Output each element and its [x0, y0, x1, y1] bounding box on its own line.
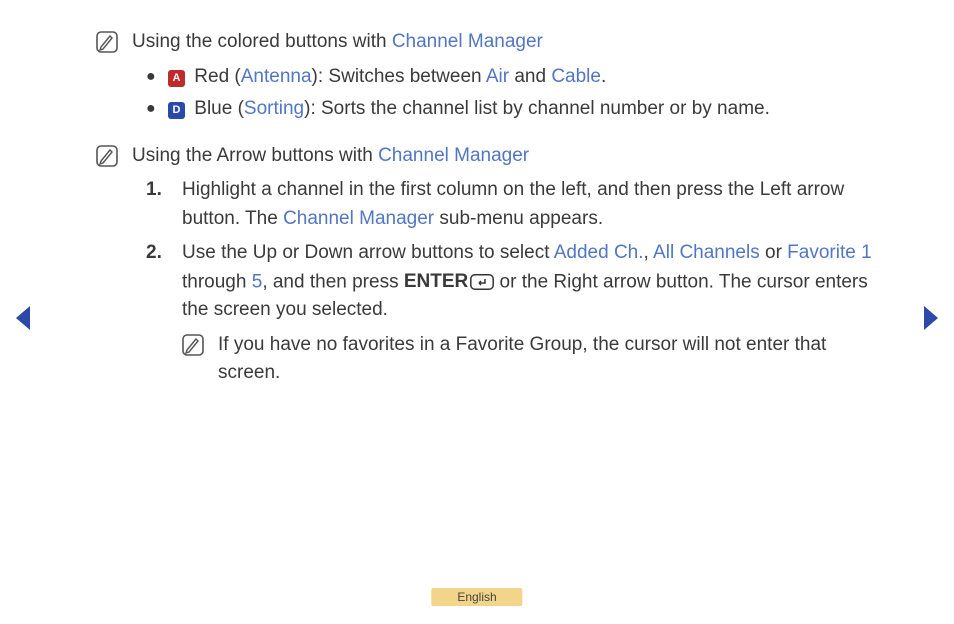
step-number: 2. — [146, 239, 182, 325]
enter-key: ENTER — [404, 268, 494, 297]
link-favorite-5: 5 — [252, 271, 263, 292]
note-icon — [96, 145, 118, 167]
link-channel-manager: Channel Manager — [378, 145, 529, 166]
step-1: 1. Highlight a channel in the first colu… — [146, 176, 874, 233]
step-text: Highlight a channel in the first column … — [182, 176, 874, 233]
note-icon — [96, 31, 118, 53]
prev-page-button[interactable] — [12, 304, 34, 337]
bullet-dot-icon: ● — [146, 63, 168, 92]
language-badge: English — [431, 588, 522, 606]
link-added-ch: Added Ch. — [554, 242, 644, 263]
bullet-content: A Red (Antenna): Switches between Air an… — [168, 63, 606, 92]
step-text: Use the Up or Down arrow buttons to sele… — [182, 239, 874, 325]
step-2: 2. Use the Up or Down arrow buttons to s… — [146, 239, 874, 325]
sub-note-favorites: If you have no favorites in a Favorite G… — [182, 331, 874, 388]
link-sorting: Sorting — [244, 98, 304, 119]
link-favorite-1: Favorite 1 — [787, 242, 871, 263]
bullet-dot-icon: ● — [146, 95, 168, 124]
note-icon — [182, 334, 204, 356]
link-channel-manager: Channel Manager — [283, 208, 434, 229]
key-badge-a: A — [168, 70, 185, 87]
link-antenna: Antenna — [241, 66, 312, 87]
next-page-button[interactable] — [920, 304, 942, 337]
note-text: Using the Arrow buttons with Channel Man… — [132, 142, 529, 171]
link-all-channels: All Channels — [653, 242, 760, 263]
note-text: Using the colored buttons with Channel M… — [132, 28, 543, 57]
sub-note-text: If you have no favorites in a Favorite G… — [218, 331, 874, 388]
link-channel-manager: Channel Manager — [392, 31, 543, 52]
link-air: Air — [486, 66, 509, 87]
step-number: 1. — [146, 176, 182, 233]
document-page: Using the colored buttons with Channel M… — [0, 0, 954, 388]
note-colored-buttons: Using the colored buttons with Channel M… — [96, 28, 874, 57]
key-badge-d: D — [168, 102, 185, 119]
bullet-red: ● A Red (Antenna): Switches between Air … — [146, 63, 874, 92]
note-arrow-buttons: Using the Arrow buttons with Channel Man… — [96, 142, 874, 171]
bullet-blue: ● D Blue (Sorting): Sorts the channel li… — [146, 95, 874, 124]
link-cable: Cable — [551, 66, 601, 87]
enter-icon — [470, 274, 494, 290]
bullet-content: D Blue (Sorting): Sorts the channel list… — [168, 95, 770, 124]
